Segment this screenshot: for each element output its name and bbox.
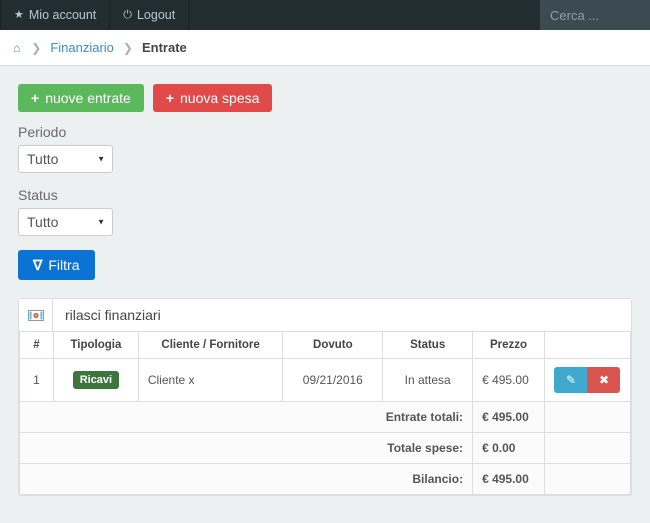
- new-expense-button-label: nuova spesa: [180, 90, 260, 106]
- cell-azioni: ✎ ✖: [543, 358, 632, 402]
- column-header-azioni: [543, 332, 632, 359]
- table-head: # Tipologia Cliente / Fornitore Dovuto S…: [19, 332, 632, 359]
- nav-item-mio-account-label: Mio account: [28, 8, 97, 22]
- summary-spacer-2: [543, 432, 632, 464]
- status-select-wrapper: Tutto ▼: [18, 208, 113, 236]
- main-content: + nuove entrate + nuova spesa Periodo Tu…: [0, 66, 650, 496]
- navbar-spacer: [189, 0, 540, 30]
- new-expense-button[interactable]: + nuova spesa: [152, 84, 273, 112]
- nav-item-logout-label: Logout: [136, 8, 176, 22]
- plus-icon: +: [31, 90, 40, 106]
- period-select[interactable]: Tutto: [18, 145, 113, 173]
- column-header-dovuto[interactable]: Dovuto: [282, 332, 384, 359]
- edit-button[interactable]: ✎: [554, 367, 588, 393]
- money-bill-icon-svg: [27, 309, 44, 321]
- delete-button[interactable]: ✖: [587, 367, 621, 393]
- period-select-wrapper: Tutto ▼: [18, 145, 113, 173]
- summary-row-bilancio: Bilancio: € 495.00: [18, 463, 632, 495]
- column-header-tipologia[interactable]: Tipologia: [52, 332, 139, 359]
- breadcrumb: ⌂ ❯ Finanziario ❯ Entrate: [0, 30, 650, 66]
- close-icon: ✖: [598, 373, 610, 387]
- pencil-icon: ✎: [565, 373, 577, 387]
- column-header-num[interactable]: #: [19, 332, 54, 359]
- summary-label-entrate-totali: Entrate totali:: [18, 401, 474, 433]
- summary-value-entrate-totali: € 495.00: [472, 401, 545, 433]
- cell-cliente: Cliente x: [137, 358, 284, 402]
- period-select-value: Tutto: [27, 151, 59, 167]
- table-body: 1 Ricavi Cliente x 09/21/2016 In attesa …: [18, 358, 632, 495]
- star-icon: ★: [14, 8, 24, 21]
- status-badge: Ricavi: [72, 370, 120, 390]
- summary-spacer-3: [543, 463, 632, 495]
- funnel-icon: ∇: [33, 257, 43, 273]
- cell-dovuto: 09/21/2016: [282, 358, 384, 402]
- summary-value-totale-spese: € 0.00: [472, 432, 545, 464]
- summary-label-bilancio: Bilancio:: [18, 463, 474, 495]
- summary-row-entrate-totali: Entrate totali: € 495.00: [18, 401, 632, 433]
- action-button-row: + nuove entrate + nuova spesa: [18, 84, 632, 112]
- table-header-row: # Tipologia Cliente / Fornitore Dovuto S…: [19, 332, 632, 359]
- power-icon: ⏻: [123, 8, 132, 21]
- new-income-button-label: nuove entrate: [45, 90, 131, 106]
- panel-header: rilasci finanziari: [19, 299, 631, 332]
- row-action-group: ✎ ✖: [554, 367, 621, 393]
- breadcrumb-separator-1: ❯: [31, 40, 42, 55]
- summary-label-totale-spese: Totale spese:: [18, 432, 474, 464]
- period-label: Periodo: [18, 124, 67, 140]
- filter-button[interactable]: ∇ Filtra: [18, 250, 95, 280]
- money-bill-icon: [19, 299, 53, 331]
- plus-icon: +: [165, 90, 174, 106]
- column-header-cliente[interactable]: Cliente / Fornitore: [137, 332, 284, 359]
- breadcrumb-current-entrate: Entrate: [141, 40, 187, 55]
- status-select[interactable]: Tutto: [18, 208, 113, 236]
- status-select-value: Tutto: [27, 214, 59, 230]
- breadcrumb-separator-2: ❯: [122, 40, 133, 55]
- cell-status: In attesa: [382, 358, 474, 402]
- summary-spacer-1: [543, 401, 632, 433]
- cell-prezzo: € 495.00: [472, 358, 545, 402]
- cell-num: 1: [19, 358, 54, 402]
- filter-button-wrapper: ∇ Filtra: [18, 250, 632, 280]
- column-header-prezzo[interactable]: Prezzo: [472, 332, 545, 359]
- financial-records-table: # Tipologia Cliente / Fornitore Dovuto S…: [18, 332, 632, 495]
- filter-button-label: Filtra: [48, 257, 80, 273]
- summary-row-totale-spese: Totale spese: € 0.00: [18, 432, 632, 464]
- top-navbar: ★ Mio account ⏻ Logout: [0, 0, 650, 30]
- status-label: Status: [18, 187, 58, 203]
- cell-tipologia: Ricavi: [52, 358, 139, 402]
- new-income-button[interactable]: + nuove entrate: [18, 84, 144, 112]
- summary-value-bilancio: € 495.00: [472, 463, 545, 495]
- nav-item-logout[interactable]: ⏻ Logout: [110, 0, 190, 30]
- home-icon[interactable]: ⌂: [13, 41, 20, 55]
- column-header-status[interactable]: Status: [382, 332, 474, 359]
- financial-records-panel: rilasci finanziari # Tipologia Cliente /…: [18, 298, 632, 496]
- search-input[interactable]: [540, 0, 650, 30]
- nav-item-mio-account[interactable]: ★ Mio account: [0, 0, 111, 30]
- breadcrumb-link-finanziario[interactable]: Finanziario: [50, 40, 114, 55]
- panel-title: rilasci finanziari: [65, 307, 161, 323]
- table-row: 1 Ricavi Cliente x 09/21/2016 In attesa …: [19, 358, 632, 402]
